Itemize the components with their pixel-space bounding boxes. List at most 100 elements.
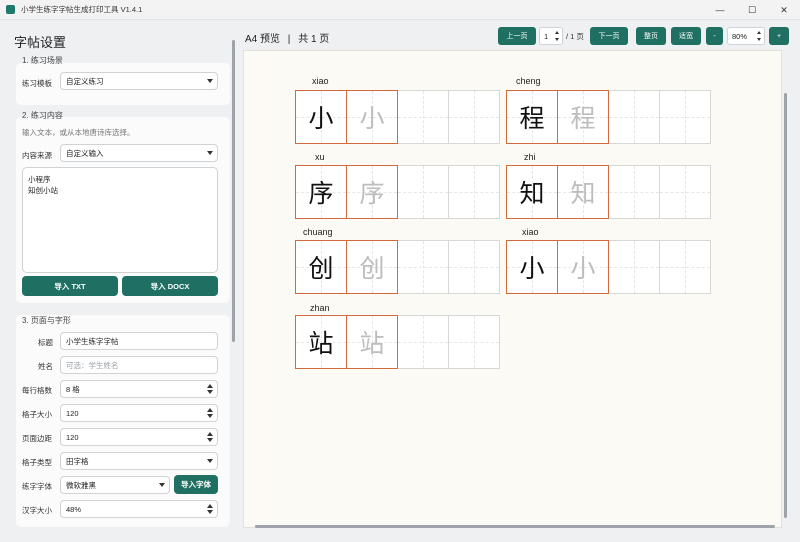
empty-cell [397,315,449,369]
fit-width-button[interactable]: 适宽 [671,27,701,45]
empty-cell [659,90,711,144]
char-size-label: 汉字大小 [22,506,52,515]
preview-label: A4 预览 [245,34,281,45]
page-count: 共 1 页 [298,34,330,45]
font-label: 练字字体 [22,482,52,491]
grid-type-value: 田字格 [66,456,89,466]
trace-character: 序 [359,179,385,208]
empty-cell [659,165,711,219]
font-select[interactable]: 微软雅黑 [60,476,170,494]
content-textarea[interactable]: 小程序 知创小站 [22,167,218,273]
spin-up-icon[interactable] [207,384,213,388]
spin-down-icon[interactable] [207,414,213,418]
empty-cell [608,165,660,219]
spin-down-icon[interactable] [207,510,213,514]
page-header: 3. 页面与字形 [22,316,71,325]
title-field[interactable]: 小学生练字字帖 [60,332,218,350]
page-spinbox[interactable]: 1 [539,27,563,45]
practice-row: 知 知 [506,165,711,219]
window-controls: — ☐ ✕ [704,0,800,20]
chevron-down-icon [207,151,213,155]
sidebar-scrollbar[interactable] [232,40,235,342]
trace-character: 站 [359,329,385,358]
main-char-cell: 小 [506,240,558,294]
preview-separator: | [287,34,291,45]
empty-cell [448,315,500,369]
trace-char-cell: 知 [557,165,609,219]
char-size-value: 48% [66,504,82,514]
minimize-button[interactable]: — [704,0,736,20]
template-value: 自定义练习 [66,76,104,86]
empty-cell [608,90,660,144]
title-bar: 小学生练字字帖生成打印工具 V1.4.1 — ☐ ✕ [0,0,800,20]
margin-spinbox[interactable]: 120 [60,428,218,446]
spin-down-icon[interactable] [207,438,213,442]
empty-cell [397,240,449,294]
source-select[interactable]: 自定义输入 [60,144,218,162]
maximize-button[interactable]: ☐ [736,0,768,20]
trace-character: 创 [359,254,385,283]
spin-down-icon[interactable] [207,390,213,394]
zoom-in-button[interactable]: + [769,27,789,45]
empty-cell [397,90,449,144]
name-field[interactable]: 可选：学生姓名 [60,356,218,374]
pinyin-label: cheng [516,76,541,86]
model-character: 程 [519,104,545,133]
preview-vertical-scrollbar[interactable] [784,93,787,518]
trace-character: 小 [570,254,596,283]
fit-page-button[interactable]: 整页 [636,27,666,45]
trace-char-cell: 小 [557,240,609,294]
margin-value: 120 [66,432,79,442]
model-character: 小 [519,254,545,283]
import-docx-button[interactable]: 导入 DOCX [122,276,218,296]
model-character: 序 [308,179,334,208]
title-value: 小学生练字字帖 [66,336,119,346]
chevron-down-icon [207,459,213,463]
zoom-out-button[interactable]: - [706,27,723,45]
close-button[interactable]: ✕ [768,0,800,20]
import-txt-button[interactable]: 导入 TXT [22,276,118,296]
spin-down-icon[interactable] [757,38,761,41]
cells-spinbox[interactable]: 8 格 [60,380,218,398]
chevron-down-icon [207,79,213,83]
source-value: 自定义输入 [66,148,104,158]
name-placeholder: 可选：学生姓名 [66,360,119,370]
char-size-spinbox[interactable]: 48% [60,500,218,518]
preview-horizontal-scrollbar[interactable] [255,525,775,528]
spin-up-icon[interactable] [555,31,559,34]
main-char-cell: 创 [295,240,347,294]
trace-char-cell: 站 [346,315,398,369]
grid-type-label: 格子类型 [22,458,52,467]
spin-down-icon[interactable] [555,38,559,41]
model-character: 小 [308,104,334,133]
template-select[interactable]: 自定义练习 [60,72,218,90]
main-char-cell: 序 [295,165,347,219]
empty-cell [659,240,711,294]
next-page-button[interactable]: 下一页 [590,27,628,45]
prev-page-button[interactable]: 上一页 [498,27,536,45]
practice-row: 创 创 [295,240,500,294]
practice-row: 序 序 [295,165,500,219]
sidebar-title: 字帖设置 [14,35,67,50]
trace-character: 小 [359,104,385,133]
import-font-button[interactable]: 导入字体 [174,475,218,494]
trace-char-cell: 程 [557,90,609,144]
grid-type-select[interactable]: 田字格 [60,452,218,470]
cells-value: 8 格 [66,384,80,394]
cell-size-spinbox[interactable]: 120 [60,404,218,422]
spin-up-icon[interactable] [207,432,213,436]
zoom-value: 80% [732,31,748,41]
spin-up-icon[interactable] [207,408,213,412]
model-character: 站 [308,329,334,358]
spin-up-icon[interactable] [757,31,761,34]
page-card: 3. 页面与字形 标题 小学生练字字帖 姓名 可选：学生姓名 每行格数 8 格 … [16,315,230,527]
content-hint: 输入文本，或从本地唐诗库选择。 [22,128,135,137]
zoom-spinbox[interactable]: 80% [727,27,765,45]
pinyin-label: xiao [312,76,329,86]
spin-up-icon[interactable] [207,504,213,508]
window-title: 小学生练字字帖生成打印工具 V1.4.1 [21,5,143,14]
empty-cell [608,240,660,294]
scene-card: 1. 练习场景 练习模板 自定义练习 [16,56,230,105]
template-label: 练习模板 [22,79,52,88]
main-char-cell: 站 [295,315,347,369]
